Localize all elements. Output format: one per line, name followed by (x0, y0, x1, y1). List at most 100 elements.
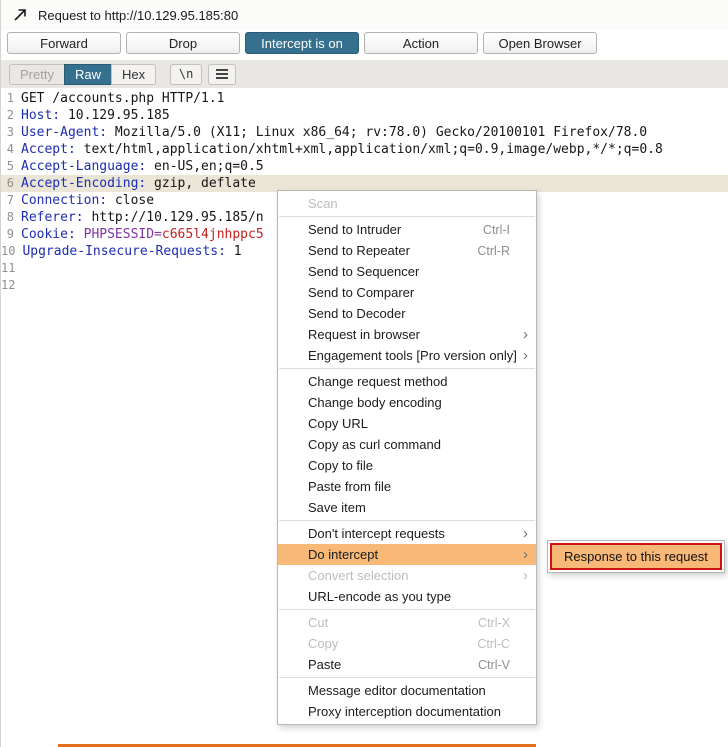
menu-item-label: Convert selection (308, 568, 409, 583)
tab-raw[interactable]: Raw (63, 63, 112, 85)
menu-item-message-editor-documentation[interactable]: Message editor documentation (278, 680, 536, 701)
menu-item-label: Send to Comparer (308, 285, 415, 300)
line-number: 2 (6, 108, 14, 122)
line-number: 6 (6, 176, 14, 190)
menu-item-url-encode-as-you-type[interactable]: URL-encode as you type (278, 586, 536, 607)
request-line[interactable]: 4 Accept: text/html,application/xhtml+xml… (1, 141, 728, 158)
drop-button[interactable]: Drop (126, 32, 240, 54)
do-intercept-submenu: Response to this request (547, 540, 725, 573)
intercept-toolbar: Forward Drop Intercept is on Action Open… (7, 32, 597, 54)
menu-item-copy-url[interactable]: Copy URL (278, 413, 536, 434)
menu-item-change-request-method[interactable]: Change request method (278, 371, 536, 392)
menu-item-label: Do intercept (308, 547, 379, 562)
line-number: 3 (6, 125, 14, 139)
hamburger-icon (216, 69, 229, 79)
menu-item-paste-from-file[interactable]: Paste from file (278, 476, 536, 497)
menu-item-shortcut: Ctrl-X (478, 615, 510, 630)
line-text: Host: 10.129.95.185 (21, 108, 170, 123)
view-tab-group: Pretty Raw Hex (9, 63, 157, 85)
menu-item-label: Proxy interception documentation (308, 704, 501, 719)
menu-item-shortcut: Ctrl-I (482, 222, 510, 237)
menu-item-send-to-intruder[interactable]: Send to Intruder Ctrl-I (278, 219, 536, 240)
menu-item-label: Paste (308, 657, 342, 672)
menu-separator (279, 520, 535, 521)
menu-item-label: Paste from file (308, 479, 392, 494)
menu-item-copy-to-file[interactable]: Copy to file (278, 455, 536, 476)
menu-item-response-to-this-request[interactable]: Response to this request (550, 543, 722, 570)
context-menu: Scan Send to Intruder Ctrl-I Send to Repeat… (277, 190, 537, 725)
line-number: 7 (6, 193, 14, 207)
menu-item-label: Copy (308, 636, 339, 651)
menu-item-copy: Copy Ctrl-C (278, 633, 536, 654)
menu-item-shortcut: Ctrl-R (477, 243, 510, 258)
menu-item-cut: Cut Ctrl-X (278, 612, 536, 633)
menu-item-label: URL-encode as you type (308, 589, 452, 604)
show-newlines-button[interactable]: \n (170, 63, 203, 85)
forward-button[interactable]: Forward (7, 32, 121, 54)
request-line[interactable]: 1 GET /accounts.php HTTP/1.1 (1, 90, 728, 107)
submenu-arrow-icon: › (523, 567, 528, 584)
menu-item-send-to-repeater[interactable]: Send to Repeater Ctrl-R (278, 240, 536, 261)
menu-item-shortcut: Ctrl-V (478, 657, 510, 672)
menu-item-label: Copy to file (308, 458, 374, 473)
submenu-arrow-icon: › (523, 326, 528, 343)
action-button[interactable]: Action (364, 32, 478, 54)
line-text: GET /accounts.php HTTP/1.1 (21, 91, 225, 106)
menu-item-label: Change request method (308, 374, 448, 389)
line-number: 12 (1, 278, 16, 292)
menu-item-label: Request in browser (308, 327, 420, 342)
menu-separator (279, 368, 535, 369)
line-text: Accept-Language: en-US,en;q=0.5 (21, 159, 264, 174)
menu-item-copy-as-curl-command[interactable]: Copy as curl command (278, 434, 536, 455)
menu-item-label: Send to Intruder (308, 222, 402, 237)
menu-item-request-in-browser[interactable]: Request in browser › (278, 324, 536, 345)
menu-separator (279, 216, 535, 217)
menu-item-label: Cut (308, 615, 329, 630)
tab-pretty[interactable]: Pretty (9, 63, 65, 85)
menu-item-convert-selection: Convert selection › (278, 565, 536, 586)
menu-item-label: Copy as curl command (308, 437, 441, 452)
menu-item-label: Message editor documentation (308, 683, 486, 698)
menu-item-send-to-decoder[interactable]: Send to Decoder (278, 303, 536, 324)
menu-item-scan: Scan (278, 193, 536, 214)
menu-item-label: Send to Decoder (308, 306, 406, 321)
line-text: Accept: text/html,application/xhtml+xml,… (21, 142, 663, 157)
menu-item-send-to-comparer[interactable]: Send to Comparer (278, 282, 536, 303)
line-number: 10 (1, 244, 16, 258)
line-number: 4 (6, 142, 14, 156)
editor-options-button[interactable] (208, 63, 237, 85)
line-number: 8 (6, 210, 14, 224)
tab-hex[interactable]: Hex (110, 63, 157, 85)
submenu-arrow-icon: › (523, 347, 528, 364)
request-line[interactable]: 3 User-Agent: Mozilla/5.0 (X11; Linux x86… (1, 124, 728, 141)
menu-item-change-body-encoding[interactable]: Change body encoding (278, 392, 536, 413)
menu-item-save-item[interactable]: Save item (278, 497, 536, 518)
line-text: User-Agent: Mozilla/5.0 (X11; Linux x86_… (21, 125, 648, 140)
menu-separator (279, 609, 535, 610)
request-arrow-icon (11, 7, 28, 24)
line-number: 11 (1, 261, 16, 275)
menu-item-send-to-sequencer[interactable]: Send to Sequencer (278, 261, 536, 282)
menu-item-label: Don't intercept requests (308, 526, 445, 541)
line-number: 1 (6, 91, 14, 105)
burp-intercept-window: Request to http://10.129.95.185:80 Forwa… (0, 0, 728, 747)
menu-item-engagement-tools-pro-version-only[interactable]: Engagement tools [Pro version only] › (278, 345, 536, 366)
window-title: Request to http://10.129.95.185:80 (38, 7, 239, 23)
open-browser-button[interactable]: Open Browser (483, 32, 597, 54)
line-number: 5 (6, 159, 14, 173)
menu-item-label: Send to Sequencer (308, 264, 420, 279)
menu-item-label: Scan (308, 196, 338, 211)
menu-item-shortcut: Ctrl-C (477, 636, 510, 651)
menu-item-proxy-interception-documentation[interactable]: Proxy interception documentation (278, 701, 536, 722)
menu-item-don-t-intercept-requests[interactable]: Don't intercept requests › (278, 523, 536, 544)
menu-item-label: Copy URL (308, 416, 368, 431)
menu-item-paste[interactable]: Paste Ctrl-V (278, 654, 536, 675)
request-line[interactable]: 2 Host: 10.129.95.185 (1, 107, 728, 124)
request-line[interactable]: 5 Accept-Language: en-US,en;q=0.5 (1, 158, 728, 175)
submenu-arrow-icon: › (523, 546, 528, 563)
submenu-arrow-icon: › (523, 525, 528, 542)
intercept-toggle-button[interactable]: Intercept is on (245, 32, 359, 54)
menu-item-do-intercept[interactable]: Do intercept › (278, 544, 536, 565)
menu-item-label: Send to Repeater (308, 243, 410, 258)
menu-item-label: Change body encoding (308, 395, 442, 410)
